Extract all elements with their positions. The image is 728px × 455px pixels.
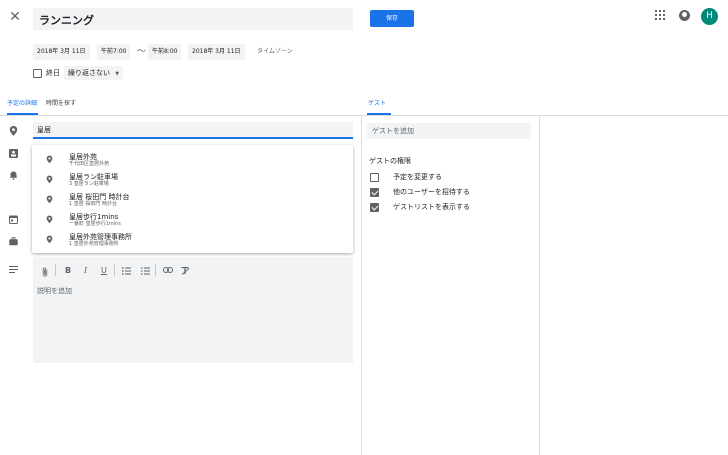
suggestion-title: 皇居ラン駐車場 bbox=[69, 173, 118, 181]
permission-modify-label: 予定を変更する bbox=[393, 173, 442, 181]
tabs-divider bbox=[0, 115, 728, 116]
attachment-icon[interactable] bbox=[42, 267, 48, 279]
location-pin-icon bbox=[46, 155, 53, 164]
toolbar-divider bbox=[114, 264, 115, 276]
suggestion-item[interactable]: 皇居外苑管理事務所 1 皇居外苑管理事務所 bbox=[32, 229, 353, 249]
tab-find-time[interactable]: 時間を探す bbox=[46, 99, 76, 109]
suggestion-subtitle: 一番町 皇居歩行1mins bbox=[69, 221, 121, 227]
description-editor[interactable] bbox=[33, 257, 353, 363]
suggestion-item[interactable]: 皇居外苑 千代田区皇居外苑 bbox=[32, 149, 353, 169]
permission-see-list-checkbox[interactable] bbox=[370, 203, 379, 212]
description-placeholder: 説明を追加 bbox=[37, 287, 72, 295]
close-icon[interactable]: ✕ bbox=[8, 10, 22, 24]
chevron-down-icon: ▼ bbox=[115, 71, 120, 77]
location-pin-icon bbox=[9, 126, 18, 136]
notification-bell-icon bbox=[9, 171, 18, 180]
date-range-separator: 〜 bbox=[137, 47, 147, 57]
end-date-field[interactable]: 2018年 3月 11日 bbox=[188, 44, 245, 60]
suggestion-item[interactable]: 皇居歩行1mins 一番町 皇居歩行1mins bbox=[32, 209, 353, 229]
add-guest-input[interactable]: ゲストを追加 bbox=[367, 123, 531, 139]
suggestion-title: 皇居外苑管理事務所 bbox=[69, 233, 132, 241]
timezone-link[interactable]: タイムゾーン bbox=[257, 44, 293, 60]
permission-modify-checkbox[interactable] bbox=[370, 173, 379, 182]
briefcase-icon bbox=[9, 237, 18, 246]
tab-event-details[interactable]: 予定の詳細 bbox=[7, 99, 37, 109]
underline-icon[interactable]: U bbox=[101, 267, 107, 275]
toolbar-divider bbox=[55, 264, 56, 276]
repeat-dropdown[interactable]: 繰り返さない ▼ bbox=[64, 66, 124, 80]
end-time-field[interactable]: 午前8:00 bbox=[148, 44, 182, 60]
suggestion-title: 皇居歩行1mins bbox=[69, 213, 119, 221]
permission-see-list-label: ゲストリストを表示する bbox=[393, 203, 470, 211]
italic-icon[interactable]: I bbox=[84, 267, 87, 275]
start-date-field[interactable]: 2018年 3月 11日 bbox=[33, 44, 90, 60]
suggestion-subtitle: 3 皇居ラン駐車場 bbox=[69, 181, 109, 187]
suggestion-title: 皇居外苑 bbox=[69, 153, 97, 161]
description-lines-icon bbox=[9, 266, 18, 275]
permission-invite-label: 他のユーザーを招待する bbox=[393, 188, 470, 196]
bold-icon[interactable]: B bbox=[65, 267, 71, 275]
tab-guests[interactable]: ゲスト bbox=[368, 99, 386, 109]
location-input[interactable]: 皇居 bbox=[33, 122, 353, 139]
suggestion-item[interactable]: 皇居 桜田門 時計台 1 皇居 桜田門 時計台 bbox=[32, 189, 353, 209]
all-day-label: 終日 bbox=[46, 69, 60, 77]
event-title-input[interactable]: ランニング bbox=[33, 8, 353, 30]
location-suggestions-dropdown: 皇居外苑 千代田区皇居外苑 皇居ラン駐車場 3 皇居ラン駐車場 皇居 桜田門 時… bbox=[32, 145, 353, 253]
suggestion-item[interactable]: 皇居ラン駐車場 3 皇居ラン駐車場 bbox=[32, 169, 353, 189]
panel-divider-right bbox=[539, 116, 540, 455]
toolbar-divider bbox=[155, 264, 156, 276]
save-button[interactable]: 保存 bbox=[370, 10, 414, 27]
video-conference-icon bbox=[9, 149, 18, 158]
permission-invite-checkbox[interactable] bbox=[370, 188, 379, 197]
suggestion-title: 皇居 桜田門 時計台 bbox=[69, 193, 130, 201]
suggestion-subtitle: 千代田区皇居外苑 bbox=[69, 161, 110, 167]
avatar[interactable]: H bbox=[701, 8, 718, 25]
numbered-list-icon[interactable] bbox=[122, 267, 131, 277]
account-notification-icon[interactable] bbox=[679, 10, 690, 21]
calendar-icon bbox=[9, 215, 18, 224]
all-day-checkbox[interactable] bbox=[33, 69, 42, 78]
location-pin-icon bbox=[46, 235, 53, 244]
suggestion-subtitle: 1 皇居外苑管理事務所 bbox=[69, 241, 119, 247]
location-pin-icon bbox=[46, 175, 53, 184]
start-time-field[interactable]: 午前7:00 bbox=[97, 44, 131, 60]
panel-divider bbox=[361, 116, 362, 455]
repeat-value: 繰り返さない bbox=[68, 69, 110, 77]
suggestion-subtitle: 1 皇居 桜田門 時計台 bbox=[69, 201, 117, 207]
link-icon[interactable] bbox=[163, 267, 173, 275]
guest-permissions-heading: ゲストの権限 bbox=[369, 157, 411, 165]
clear-formatting-icon[interactable] bbox=[181, 267, 190, 277]
bulleted-list-icon[interactable] bbox=[141, 267, 150, 277]
apps-grid-icon[interactable] bbox=[655, 10, 665, 20]
location-pin-icon bbox=[46, 195, 53, 204]
location-pin-icon bbox=[46, 215, 53, 224]
